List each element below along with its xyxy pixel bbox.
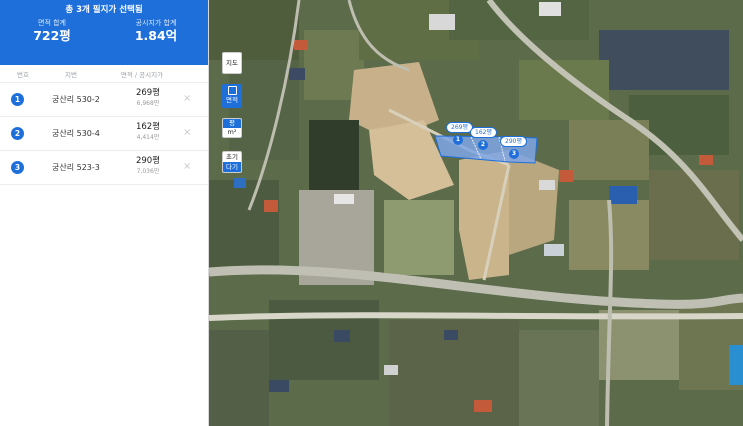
parcel-row[interactable]: 3 궁산리 523-3 290평 7,036만 × [0, 151, 208, 185]
satellite-map[interactable]: 269평 1 162평 2 290평 3 지도 면적 평 m² 초기 다기 [209, 0, 743, 426]
parcel-address: 궁산리 523-3 [52, 163, 100, 172]
parcel-area: 290평 [135, 156, 161, 166]
reset-clear-control[interactable]: 초기 다기 [222, 151, 242, 173]
selection-title: 총 3개 필지가 선택됨 [65, 5, 143, 15]
satellite-imagery [209, 0, 743, 426]
row-number-badge: 1 [11, 93, 24, 106]
remove-parcel-button[interactable]: × [183, 161, 191, 173]
parcel-number-marker[interactable]: 3 [509, 149, 519, 159]
parcel-number-marker[interactable]: 1 [453, 135, 463, 145]
parcel-price: 7,036만 [136, 168, 160, 175]
row-number-badge: 3 [11, 161, 24, 174]
remove-parcel-button[interactable]: × [183, 93, 191, 105]
close-button[interactable]: 다기 [223, 162, 241, 172]
table-header: 번호 지번 면적 / 공시지가 [0, 65, 208, 83]
reset-button[interactable]: 초기 [223, 152, 241, 162]
map-type-button[interactable]: 지도 [222, 52, 242, 74]
map-type-label: 지도 [226, 59, 238, 67]
unit-sqm-option[interactable]: m² [223, 128, 241, 137]
parcel-row[interactable]: 1 궁산리 530-2 269평 6,968만 × [0, 83, 208, 117]
column-header-lot: 지번 [65, 70, 77, 79]
parcel-address: 궁산리 530-2 [52, 95, 100, 104]
parcel-area-tag[interactable]: 290평 [500, 136, 527, 147]
parcel-area-tag[interactable]: 162평 [470, 127, 497, 138]
price-total-value: 1.84억 [134, 28, 178, 43]
parcel-area: 269평 [135, 88, 161, 98]
parcel-area-tag[interactable]: 269평 [446, 122, 473, 133]
parcel-price: 6,968만 [136, 100, 160, 107]
remove-parcel-button[interactable]: × [183, 127, 191, 139]
area-measure-button[interactable]: 면적 [222, 84, 242, 108]
parcel-area: 162평 [135, 122, 161, 132]
column-header-number: 번호 [17, 70, 29, 79]
row-number-badge: 2 [11, 127, 24, 140]
price-total-label: 공시지가 합계 [135, 19, 177, 27]
parcel-price: 4,414만 [136, 134, 160, 141]
parcel-number-marker[interactable]: 2 [478, 140, 488, 150]
area-select-icon [227, 86, 237, 95]
unit-pyeong-option[interactable]: 평 [223, 119, 241, 128]
parcel-row[interactable]: 2 궁산리 530-4 162평 4,414만 × [0, 117, 208, 151]
selection-summary: 총 3개 필지가 선택됨 면적 합계 722평 공시지가 합계 1.84억 [0, 0, 208, 65]
area-measure-label: 면적 [226, 96, 238, 104]
area-total-value: 722평 [33, 28, 71, 43]
selection-panel: 총 3개 필지가 선택됨 면적 합계 722평 공시지가 합계 1.84억 번호… [0, 0, 209, 426]
column-header-area-price: 면적 / 공시지가 [120, 70, 164, 79]
parcel-address: 궁산리 530-4 [52, 129, 100, 138]
area-total-label: 면적 합계 [38, 19, 66, 27]
unit-toggle[interactable]: 평 m² [222, 118, 242, 138]
